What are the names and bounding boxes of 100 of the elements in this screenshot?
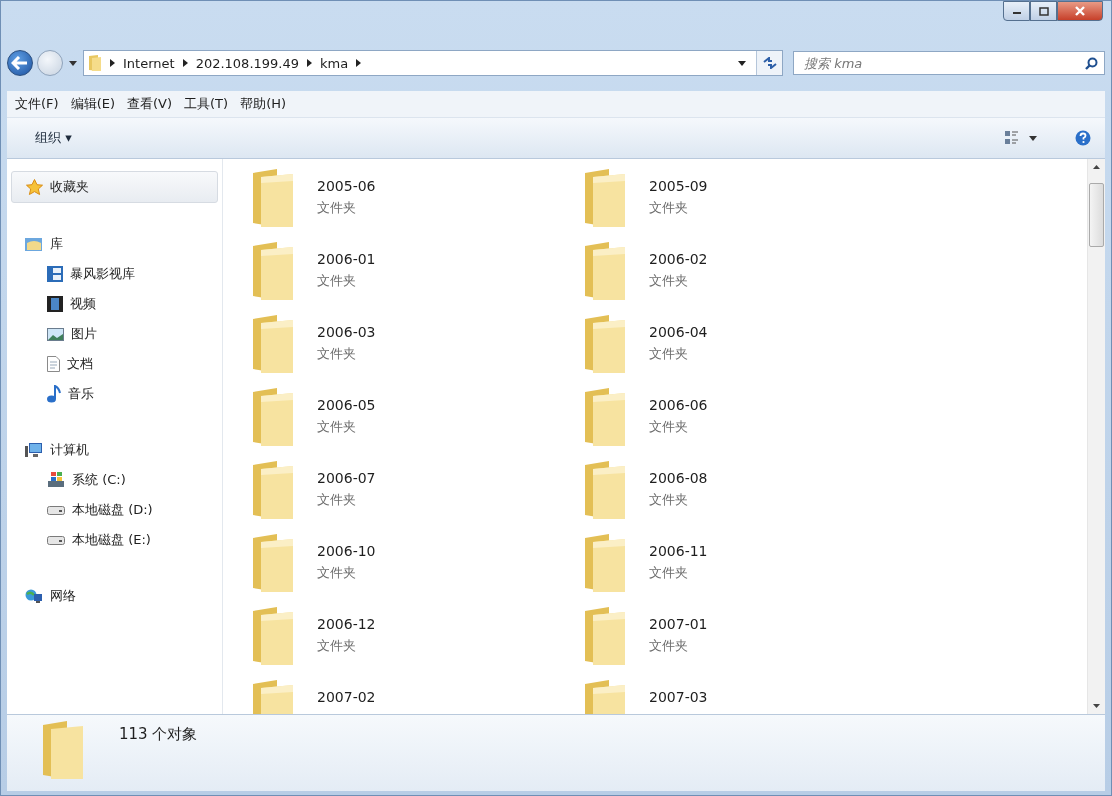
folder-icon[interactable] [251, 169, 295, 229]
sidebar-item[interactable]: 本地磁盘 (D:) [7, 495, 222, 525]
folder-type: 文件夹 [649, 345, 689, 363]
folder-type: 文件夹 [649, 418, 689, 436]
folder-type: 文件夹 [649, 637, 689, 655]
sidebar-item[interactable]: 计算机 [11, 435, 218, 465]
folder-name[interactable]: 2006-01 [317, 251, 376, 267]
scrollbar-thumb[interactable] [1089, 183, 1104, 247]
menu-item[interactable]: 编辑(E) [70, 95, 115, 113]
folder-name[interactable]: 2006-04 [649, 324, 708, 340]
sidebar-item[interactable]: 库 [11, 229, 218, 259]
folder-type: 文件夹 [317, 637, 357, 655]
view-options-icon[interactable] [1005, 131, 1019, 145]
folder-type: 文件夹 [317, 418, 357, 436]
close-button[interactable] [1057, 1, 1103, 21]
item-count: 113 个对象 [119, 725, 198, 744]
folder-name[interactable]: 2005-06 [317, 178, 376, 194]
breadcrumb-item[interactable]: Internet [123, 55, 175, 71]
refresh-button[interactable] [756, 51, 782, 75]
folder-type: 文件夹 [317, 199, 357, 217]
folder-name[interactable]: 2007-03 [649, 689, 708, 705]
chevron-icon[interactable] [182, 59, 188, 67]
folder-icon[interactable] [583, 242, 627, 302]
organize-button[interactable]: 组织 ▾ [31, 127, 76, 149]
chevron-icon[interactable] [307, 59, 312, 67]
image-icon [47, 327, 64, 341]
folder-type: 文件夹 [317, 272, 357, 290]
folder-name[interactable]: 2006-02 [649, 251, 708, 267]
scroll-up-icon[interactable] [1093, 165, 1100, 169]
maximize-button[interactable] [1030, 1, 1057, 21]
chevron-icon[interactable] [356, 59, 362, 67]
address-bar[interactable]: Internet 202.108.199.49 kma [83, 50, 783, 76]
folder-icon [41, 721, 85, 781]
caret-icon[interactable] [69, 60, 77, 66]
drive-icon [47, 535, 65, 545]
folder-type: 文件夹 [649, 272, 689, 290]
folder-name[interactable]: 2006-05 [317, 397, 376, 413]
sidebar-item[interactable]: 音乐 [7, 379, 222, 409]
help-icon[interactable] [1075, 130, 1091, 146]
breadcrumb-item[interactable]: kma [320, 55, 349, 71]
folder-name[interactable]: 2006-06 [649, 397, 708, 413]
menu-item[interactable]: 工具(T) [184, 95, 229, 113]
folder-type: 文件夹 [649, 491, 689, 509]
search-icon [1085, 57, 1098, 70]
folder-icon[interactable] [583, 461, 627, 521]
folder-icon[interactable] [251, 461, 295, 521]
caret-icon[interactable] [1029, 135, 1037, 141]
back-button[interactable] [7, 50, 33, 76]
folder-name[interactable]: 2007-01 [649, 616, 708, 632]
minimize-button[interactable] [1003, 1, 1030, 21]
folder-type: 文件夹 [649, 564, 689, 582]
network-icon [25, 588, 43, 604]
scrollbar[interactable] [1087, 159, 1105, 714]
maximize-icon [1038, 6, 1049, 16]
folder-name[interactable]: 2006-10 [317, 543, 376, 559]
folder-icon[interactable] [583, 388, 627, 448]
folder-icon[interactable] [251, 388, 295, 448]
menu-item[interactable]: 文件(F) [15, 95, 59, 113]
folder-type: 文件夹 [317, 564, 357, 582]
sidebar-item[interactable]: 收藏夹 [11, 171, 218, 203]
sidebar-item[interactable]: 本地磁盘 (E:) [7, 525, 222, 555]
chevron-icon[interactable] [110, 59, 115, 67]
folder-type: 文件夹 [317, 345, 357, 363]
drive-icon [47, 472, 65, 488]
drive-icon [47, 505, 65, 515]
folder-icon[interactable] [583, 315, 627, 375]
folder-name[interactable]: 2005-09 [649, 178, 708, 194]
music-note-icon [47, 385, 61, 403]
menu-item[interactable]: 查看(V) [127, 95, 173, 113]
scroll-down-icon[interactable] [1093, 704, 1100, 708]
folder-icon[interactable] [583, 169, 627, 229]
caret-icon[interactable] [738, 60, 746, 66]
folder-icon[interactable] [251, 534, 295, 594]
menu-item[interactable]: 帮助(H) [240, 95, 287, 113]
back-arrow-icon [11, 56, 29, 70]
folder-type: 文件夹 [317, 491, 357, 509]
sidebar-item[interactable]: 图片 [7, 319, 222, 349]
sidebar-item[interactable]: 系统 (C:) [7, 465, 222, 495]
folder-icon[interactable] [251, 315, 295, 375]
sidebar-item[interactable]: 暴风影视库 [7, 259, 222, 289]
folder-type: 文件夹 [649, 199, 689, 217]
folder-name[interactable]: 2006-03 [317, 324, 376, 340]
sidebar-item[interactable]: 网络 [11, 581, 218, 611]
film-icon [47, 266, 63, 282]
sidebar-item[interactable]: 文档 [7, 349, 222, 379]
folder-icon[interactable] [583, 534, 627, 594]
search-field[interactable]: 搜索 kma [793, 51, 1105, 75]
folder-icon[interactable] [251, 242, 295, 302]
sidebar-item[interactable]: 视频 [7, 289, 222, 319]
folder-name[interactable]: 2006-12 [317, 616, 376, 632]
refresh-icon [761, 57, 778, 69]
folder-name[interactable]: 2007-02 [317, 689, 376, 705]
folder-name[interactable]: 2006-07 [317, 470, 376, 486]
folder-name[interactable]: 2006-08 [649, 470, 708, 486]
star-icon [26, 179, 43, 195]
breadcrumb-item[interactable]: 202.108.199.49 [195, 55, 299, 71]
folder-name[interactable]: 2006-11 [649, 543, 708, 559]
folder-icon[interactable] [251, 607, 295, 667]
folder-icon [88, 54, 102, 72]
folder-icon[interactable] [583, 607, 627, 667]
